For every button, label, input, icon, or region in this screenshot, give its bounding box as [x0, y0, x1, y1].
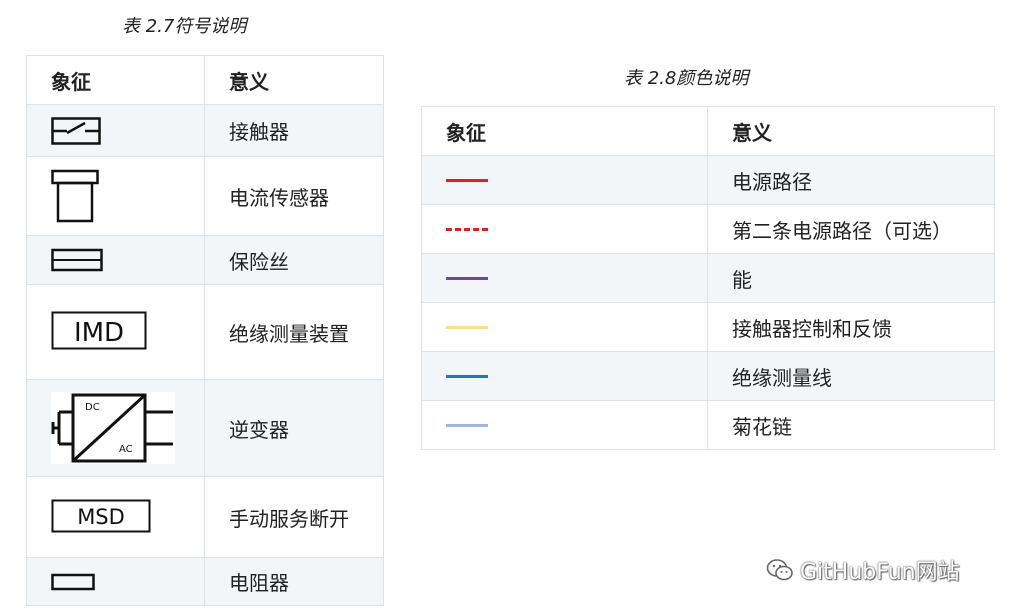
- watermark: GitHubFun网站: [766, 554, 960, 586]
- meaning-cell: 第二条电源路径（可选）: [707, 204, 995, 254]
- color-cell: [421, 204, 708, 254]
- watermark-text: GitHubFun网站: [800, 560, 960, 585]
- blue-line-swatch: [446, 374, 488, 378]
- fuse-icon: [51, 248, 103, 272]
- table-row: 电源路径: [421, 155, 995, 205]
- light-blue-line-swatch: [446, 423, 488, 427]
- resistor-icon: [51, 573, 95, 590]
- purple-line-swatch: [446, 276, 488, 280]
- meaning-cell: 绝缘测量装置: [204, 284, 384, 380]
- color-cell: [421, 400, 708, 450]
- symbol-cell: [26, 156, 205, 236]
- color-table: 象征 意义 电源路径 第二条电源路径（可选） 能 接触器控制和反馈 绝缘测量线 …: [421, 106, 995, 450]
- table-row: 菊花链: [421, 400, 995, 450]
- header-meaning: 意义: [204, 55, 384, 105]
- meaning-cell: 能: [707, 253, 995, 303]
- svg-text:MSD: MSD: [77, 505, 125, 529]
- contactor-icon: [51, 116, 101, 145]
- symbol-cell: DC AC: [26, 379, 205, 477]
- meaning-cell: 手动服务断开: [204, 476, 384, 558]
- wechat-icon: [766, 559, 793, 581]
- table-header-row: 象征 意义: [26, 55, 384, 105]
- symbol-cell: IMD: [26, 284, 205, 380]
- meaning-cell: 接触器控制和反馈: [707, 302, 995, 352]
- table-row: 电阻器: [26, 557, 384, 606]
- table-row: 保险丝: [26, 235, 384, 285]
- table-row: 电流传感器: [26, 156, 384, 236]
- red-dashed-line-swatch: [446, 227, 488, 231]
- symbol-table: 象征 意义 接触器 电流传感器 保险丝 IMD 绝缘测量装置 DC AC 逆变器…: [26, 55, 384, 606]
- imd-icon: IMD: [51, 311, 147, 350]
- meaning-cell: 保险丝: [204, 235, 384, 285]
- color-cell: [421, 155, 708, 205]
- meaning-cell: 电流传感器: [204, 156, 384, 236]
- inverter-icon: DC AC: [51, 392, 175, 464]
- header-symbol: 象征: [26, 55, 205, 105]
- table-row: 接触器: [26, 104, 384, 157]
- meaning-cell: 电阻器: [204, 557, 384, 606]
- meaning-cell: 菊花链: [707, 400, 995, 450]
- table-row: 接触器控制和反馈: [421, 302, 995, 352]
- table-header-row: 象征 意义: [421, 106, 995, 156]
- color-cell: [421, 351, 708, 401]
- color-cell: [421, 302, 708, 352]
- meaning-cell: 电源路径: [707, 155, 995, 205]
- current-sensor-icon: [51, 169, 99, 223]
- table-row: 绝缘测量线: [421, 351, 995, 401]
- table-row: IMD 绝缘测量装置: [26, 284, 384, 380]
- table-caption-symbols: 表 2.7符号说明: [122, 16, 247, 37]
- symbol-cell: [26, 557, 205, 606]
- msd-icon: MSD: [51, 499, 151, 533]
- svg-text:IMD: IMD: [74, 318, 124, 348]
- table-caption-colors: 表 2.8颜色说明: [624, 68, 749, 89]
- meaning-cell: 逆变器: [204, 379, 384, 477]
- table-row: MSD 手动服务断开: [26, 476, 384, 558]
- symbol-cell: MSD: [26, 476, 205, 558]
- svg-text:AC: AC: [119, 444, 133, 455]
- header-meaning: 意义: [707, 106, 995, 156]
- meaning-cell: 接触器: [204, 104, 384, 157]
- table-row: 能: [421, 253, 995, 303]
- meaning-cell: 绝缘测量线: [707, 351, 995, 401]
- color-cell: [421, 253, 708, 303]
- svg-text:DC: DC: [85, 402, 100, 413]
- table-row: 第二条电源路径（可选）: [421, 204, 995, 254]
- header-symbol: 象征: [421, 106, 708, 156]
- table-row: DC AC 逆变器: [26, 379, 384, 477]
- yellow-line-swatch: [446, 325, 488, 329]
- symbol-cell: [26, 104, 205, 157]
- red-line-swatch: [446, 178, 488, 182]
- symbol-cell: [26, 235, 205, 285]
